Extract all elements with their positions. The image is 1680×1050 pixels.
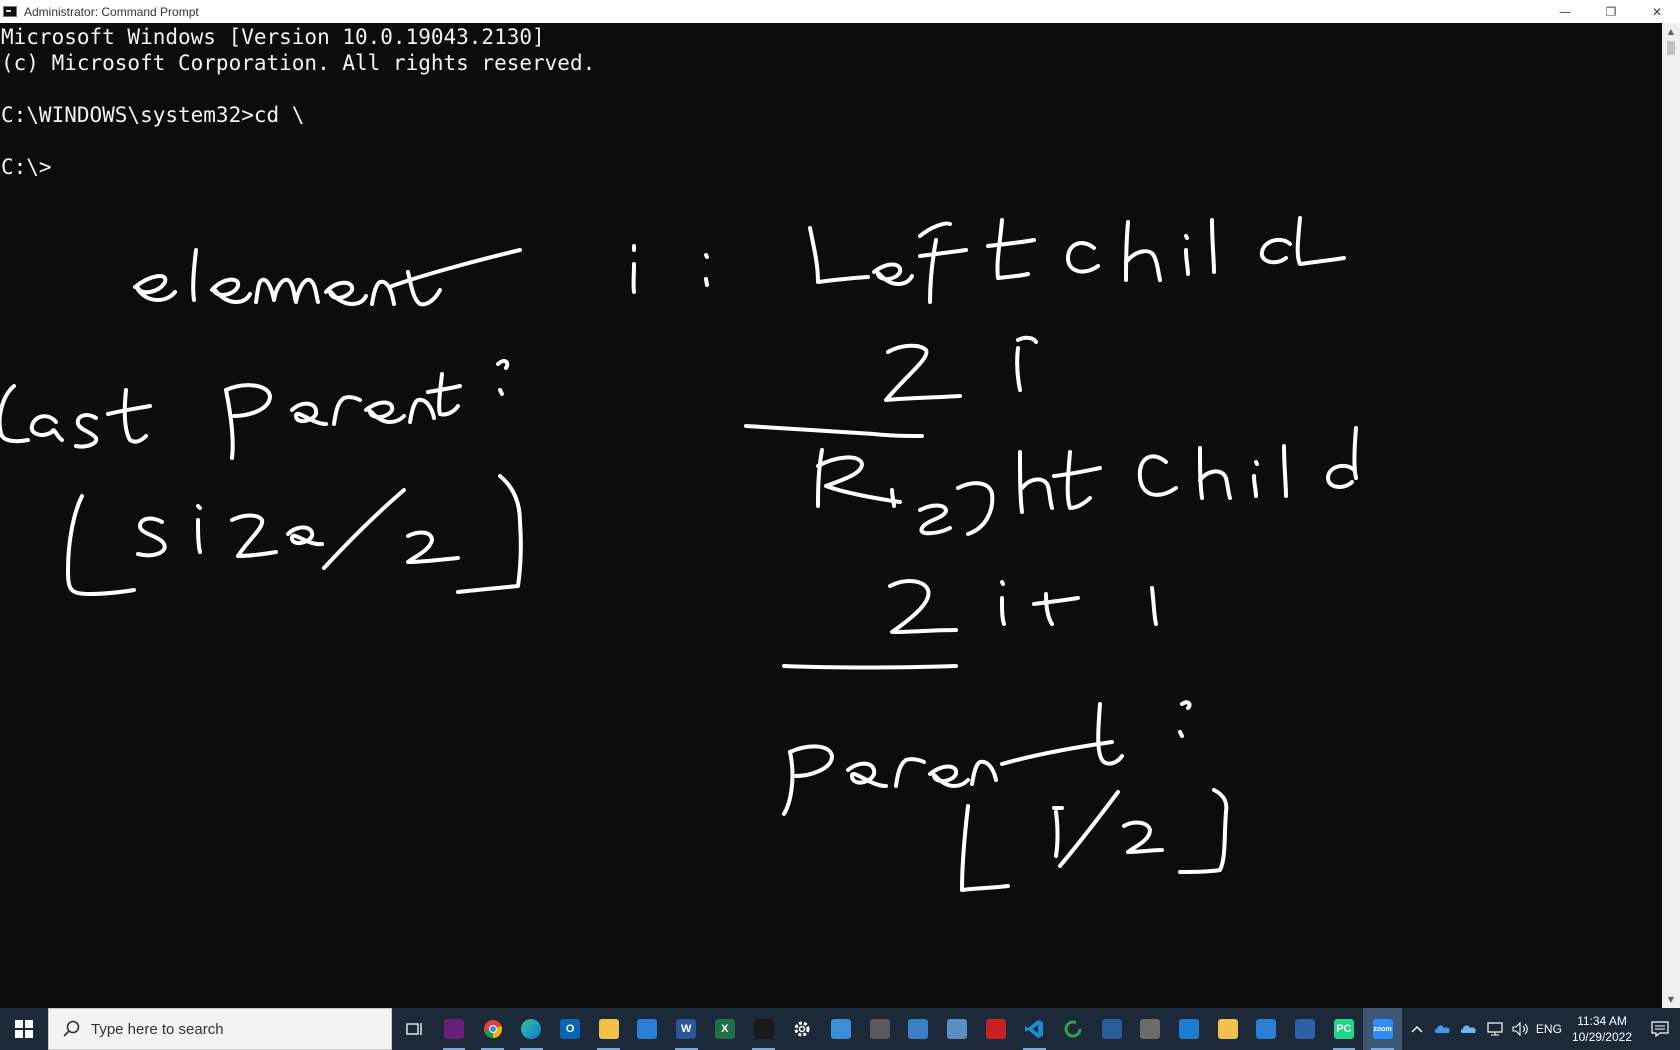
acrobat-icon [985,1019,1006,1039]
handwriting-layer [0,216,1358,892]
taskbar-apps: O W X PC zoom [396,1008,1402,1050]
language-indicator[interactable]: ENG [1534,1008,1564,1050]
handwriting-left-child [808,216,1346,304]
taskbar-app-store[interactable] [628,1008,667,1050]
scroll-down-arrow-icon[interactable]: ▼ [1662,991,1680,1008]
window-controls: — ❐ ✕ [1542,0,1680,23]
title-bar: Administrator: Command Prompt — ❐ ✕ [0,0,1680,23]
notepad-icon [1256,1019,1277,1039]
vscode-icon [1024,1019,1044,1039]
clock-date: 10/29/2022 [1571,1030,1632,1044]
task-view-icon [405,1019,425,1039]
taskbar: Type here to search O W X PC zoom ENG 11:34 … [0,1008,1680,1050]
handwriting-element-i [133,244,709,307]
pycharm-icon: PC [1333,1019,1354,1039]
control-panel-icon [908,1019,929,1039]
clock-time: 11:34 AM [1577,1014,1627,1028]
taskbar-app-network[interactable] [938,1008,977,1050]
word-icon: W [676,1019,697,1039]
file-explorer-icon [598,1019,619,1039]
handwriting-last-parent [0,359,510,460]
system-tray: ENG 11:34 AM 10/29/2022 [1404,1008,1680,1050]
clock[interactable]: 11:34 AM 10/29/2022 [1564,1008,1640,1050]
settings-icon [792,1019,812,1039]
calculator-icon [869,1019,890,1039]
taskbar-app-calculator[interactable] [860,1008,899,1050]
zoom-icon: zoom [1372,1019,1393,1039]
vertical-scrollbar[interactable]: ▲ ▼ [1662,23,1680,1008]
store-icon [637,1019,658,1039]
powershell-icon [1295,1019,1316,1039]
taskbar-app-file-explorer[interactable] [589,1008,628,1050]
taskbar-app-snip[interactable] [1170,1008,1209,1050]
taskbar-app-powershell[interactable] [1286,1008,1325,1050]
handwriting-left-formula [744,335,1038,438]
window-title: Administrator: Command Prompt [24,4,199,19]
volume-icon[interactable] [1508,1008,1534,1050]
taskbar-search-box[interactable]: Type here to search [48,1008,392,1050]
onedrive-personal-icon[interactable] [1456,1008,1482,1050]
excel-icon: X [714,1019,735,1039]
taskbar-app-task-view[interactable] [396,1008,435,1050]
taskbar-app-pen-tool[interactable] [1131,1008,1170,1050]
remote-desktop-icon [830,1019,851,1039]
taskbar-app-excel[interactable]: X [706,1008,745,1050]
taskbar-app-word[interactable]: W [667,1008,706,1050]
taskbar-app-vscode[interactable] [1015,1008,1054,1050]
start-button[interactable] [0,1008,48,1050]
close-button[interactable]: ✕ [1634,0,1680,23]
search-placeholder: Type here to search [91,1020,224,1038]
handwriting-parent-formula [960,788,1229,892]
taskbar-app-python[interactable] [1208,1008,1247,1050]
wireshark-icon [1101,1019,1122,1039]
handwriting-parent [782,700,1192,816]
taskbar-app-remote-desktop[interactable] [822,1008,861,1050]
taskbar-app-wireshark[interactable] [1092,1008,1131,1050]
search-icon [63,1020,80,1037]
refresh-app-icon [1063,1019,1083,1039]
taskbar-app-refresh-app[interactable] [1054,1008,1093,1050]
network-icon[interactable] [1482,1008,1508,1050]
handwriting-right-formula [782,579,1158,670]
terminal-icon [753,1019,774,1039]
chrome-icon [483,1019,503,1039]
taskbar-app-acrobat[interactable] [976,1008,1015,1050]
visual-studio-icon [444,1019,465,1039]
pen-tool-icon [1140,1019,1161,1039]
taskbar-app-terminal[interactable] [744,1008,783,1050]
onedrive-icon[interactable] [1430,1008,1456,1050]
taskbar-app-visual-studio[interactable] [435,1008,474,1050]
windows-logo-icon [15,1020,33,1038]
taskbar-app-control-panel[interactable] [899,1008,938,1050]
taskbar-app-zoom[interactable]: zoom [1363,1008,1402,1050]
taskbar-app-chrome[interactable] [473,1008,512,1050]
command-prompt-icon [3,6,17,17]
snip-icon [1179,1019,1200,1039]
scroll-up-arrow-icon[interactable]: ▲ [1662,23,1680,40]
scrollbar-thumb[interactable] [1667,41,1675,55]
show-hidden-icons-chevron-up-icon[interactable] [1404,1008,1430,1050]
taskbar-app-pycharm[interactable]: PC [1325,1008,1364,1050]
minimize-button[interactable]: — [1542,0,1588,23]
taskbar-app-settings[interactable] [783,1008,822,1050]
outlook-icon: O [560,1019,581,1039]
console-area[interactable]: Microsoft Windows [Version 10.0.19043.21… [0,23,1662,1008]
handwriting-last-parent-formula [66,474,523,596]
handwriting-right-child [816,426,1358,536]
edge-icon [521,1019,542,1039]
taskbar-app-notepad[interactable] [1247,1008,1286,1050]
python-icon [1217,1019,1238,1039]
taskbar-app-outlook[interactable]: O [551,1008,590,1050]
restore-button[interactable]: ❐ [1588,0,1634,23]
network-icon [946,1019,967,1039]
taskbar-app-edge[interactable] [512,1008,551,1050]
notification-center-icon[interactable] [1640,1008,1680,1050]
